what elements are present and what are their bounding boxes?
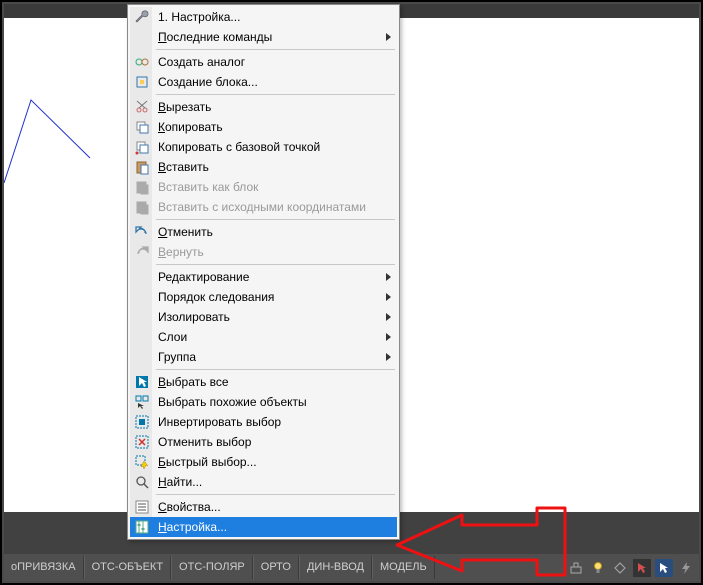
cancel-selection-icon	[134, 434, 150, 450]
menu-label: Слои	[158, 330, 187, 344]
menu-settings[interactable]: Настройка...	[130, 517, 397, 537]
status-tray	[567, 559, 699, 577]
redo-icon	[134, 244, 150, 260]
status-btn-dyn[interactable]: ДИН-ВВОД	[299, 556, 372, 579]
menu-label: Быстрый выбор...	[158, 455, 257, 469]
tray-icon-3[interactable]	[611, 559, 629, 577]
menu-label: Изолировать	[158, 310, 230, 324]
submenu-arrow-icon	[386, 313, 391, 321]
menu-label: Создание блока...	[158, 75, 258, 89]
context-menu[interactable]: 1. Настройка... Последние команды Создат…	[127, 4, 400, 540]
menu-label: Копировать	[158, 120, 223, 134]
menu-label: Свойства...	[158, 500, 221, 514]
menu-label: Отменить	[158, 225, 213, 239]
submenu-arrow-icon	[386, 293, 391, 301]
options-icon	[134, 519, 150, 535]
menu-edit[interactable]: Редактирование	[130, 267, 397, 287]
menu-label: Последние команды	[158, 30, 272, 44]
menu-invert-sel[interactable]: Инвертировать выбор	[130, 412, 397, 432]
menu-paste-orig: Вставить с исходными координатами	[130, 197, 397, 217]
menu-label: Группа	[158, 350, 196, 364]
menu-copy-base[interactable]: Копировать с базовой точкой	[130, 137, 397, 157]
status-btn-ots-polar[interactable]: ОТС-ПОЛЯР	[171, 556, 253, 579]
menu-label: Вставить как блок	[158, 180, 258, 194]
properties-icon	[134, 499, 150, 515]
menu-separator	[156, 219, 395, 220]
menu-label: Порядок следования	[158, 290, 274, 304]
menu-isolate[interactable]: Изолировать	[130, 307, 397, 327]
invert-selection-icon	[134, 414, 150, 430]
menu-label: Копировать с базовой точкой	[158, 140, 320, 154]
menu-label: Вставить	[158, 160, 209, 174]
select-similar-icon	[134, 394, 150, 410]
app-frame: оПРИВЯЗКА ОТС-ОБЪЕКТ ОТС-ПОЛЯР ОРТО ДИН-…	[0, 0, 703, 585]
status-btn-ots-obj[interactable]: ОТС-ОБЪЕКТ	[84, 556, 171, 579]
menu-cut[interactable]: Вырезать	[130, 97, 397, 117]
menu-select-all[interactable]: Выбрать все	[130, 372, 397, 392]
cursor-icon[interactable]	[633, 559, 651, 577]
submenu-arrow-icon	[386, 353, 391, 361]
menu-separator	[156, 369, 395, 370]
menu-label: Выбрать похожие объекты	[158, 395, 307, 409]
menu-label: Создать аналог	[158, 55, 245, 69]
lightbulb-icon[interactable]	[589, 559, 607, 577]
menu-paste[interactable]: Вставить	[130, 157, 397, 177]
menu-label: Редактирование	[158, 270, 249, 284]
undo-icon	[134, 224, 150, 240]
status-btn-ortho[interactable]: ОРТО	[253, 556, 299, 579]
menu-find[interactable]: Найти...	[130, 472, 397, 492]
menu-layers[interactable]: Слои	[130, 327, 397, 347]
magnifier-icon	[134, 474, 150, 490]
lightning-icon[interactable]	[677, 559, 695, 577]
status-btn-snap[interactable]: оПРИВЯЗКА	[4, 556, 84, 579]
quick-select-icon	[134, 454, 150, 470]
menu-select-similar[interactable]: Выбрать похожие объекты	[130, 392, 397, 412]
select-all-icon	[134, 374, 150, 390]
scissors-icon	[134, 99, 150, 115]
copy-icon	[134, 119, 150, 135]
menu-properties[interactable]: Свойства...	[130, 497, 397, 517]
menu-quick-select[interactable]: Быстрый выбор...	[130, 452, 397, 472]
copy-base-icon	[134, 139, 150, 155]
block-icon	[134, 74, 150, 90]
submenu-arrow-icon	[386, 33, 391, 41]
menu-separator	[156, 264, 395, 265]
submenu-arrow-icon	[386, 333, 391, 341]
pointer-select-icon[interactable]	[655, 559, 673, 577]
status-btn-model[interactable]: МОДЕЛЬ	[372, 556, 435, 579]
menu-separator	[156, 49, 395, 50]
menu-label: 1. Настройка...	[158, 10, 240, 24]
analog-icon	[134, 54, 150, 70]
menu-label: Вставить с исходными координатами	[158, 200, 366, 214]
menu-separator	[156, 94, 395, 95]
menu-copy[interactable]: Копировать	[130, 117, 397, 137]
menu-create-block[interactable]: Создание блока...	[130, 72, 397, 92]
menu-group[interactable]: Группа	[130, 347, 397, 367]
menu-redo: Вернуть	[130, 242, 397, 262]
menu-paste-block: Вставить как блок	[130, 177, 397, 197]
menu-label: Отменить выбор	[158, 435, 251, 449]
menu-label: Настройка...	[158, 520, 227, 534]
menu-item-1-settings[interactable]: 1. Настройка...	[130, 7, 397, 27]
menu-label: Выбрать все	[158, 375, 229, 389]
paste-orig-icon	[134, 199, 150, 215]
menu-label: Вырезать	[158, 100, 211, 114]
menu-label: Вернуть	[158, 245, 204, 259]
paste-icon	[134, 159, 150, 175]
menu-label: Инвертировать выбор	[158, 415, 281, 429]
wrench-icon	[134, 9, 150, 25]
menu-undo[interactable]: Отменить	[130, 222, 397, 242]
menu-create-analog[interactable]: Создать аналог	[130, 52, 397, 72]
tray-icon-1[interactable]	[567, 559, 585, 577]
submenu-arrow-icon	[386, 273, 391, 281]
menu-cancel-sel[interactable]: Отменить выбор	[130, 432, 397, 452]
menu-label: Найти...	[158, 475, 202, 489]
menu-separator	[156, 494, 395, 495]
menu-recent-commands[interactable]: Последние команды	[130, 27, 397, 47]
paste-block-icon	[134, 179, 150, 195]
status-bar: оПРИВЯЗКА ОТС-ОБЪЕКТ ОТС-ПОЛЯР ОРТО ДИН-…	[4, 554, 699, 581]
menu-order[interactable]: Порядок следования	[130, 287, 397, 307]
